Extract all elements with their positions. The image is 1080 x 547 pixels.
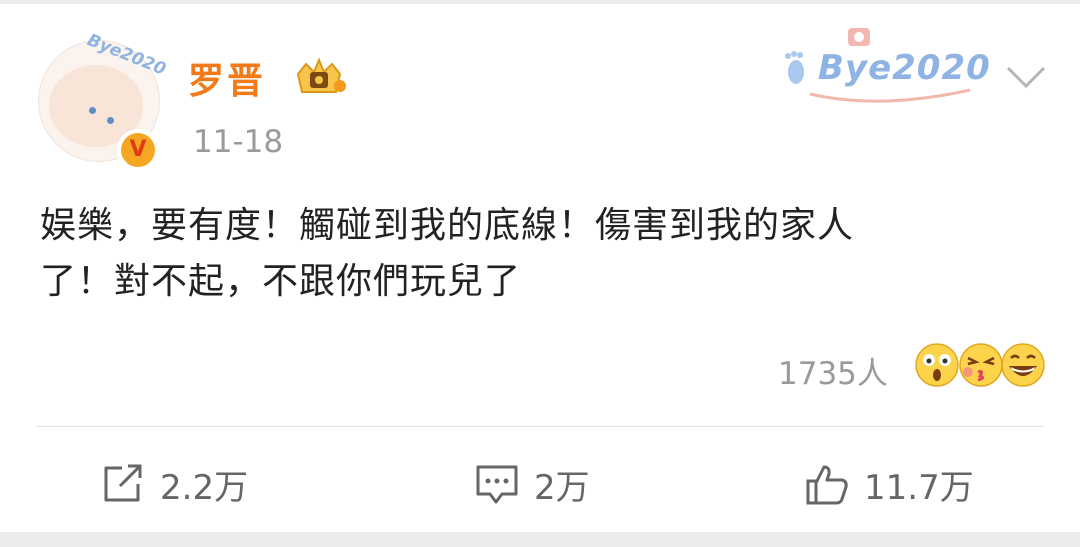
like-count: 11.7万 (864, 467, 974, 508)
comment-count: 2万 (534, 467, 590, 508)
avatar-eye (89, 107, 96, 114)
verified-badge-icon: V (117, 129, 159, 171)
shocked-emoji-icon (915, 343, 959, 387)
card-decoration: Bye2020 (770, 24, 990, 114)
grin-emoji-icon (1001, 343, 1045, 387)
divider (36, 426, 1044, 427)
author-name[interactable]: 罗晋 (188, 52, 266, 104)
bottom-gap (0, 532, 1080, 547)
post-content-line: 了！對不起，不跟你們玩兒了 (40, 261, 522, 302)
share-count: 2.2万 (160, 467, 249, 508)
avatar-eye (107, 117, 114, 124)
reaction-count: 1735人 (778, 356, 888, 392)
share-button[interactable]: 2.2万 (100, 456, 248, 512)
chevron-down-icon[interactable] (1004, 62, 1048, 92)
comment-button[interactable]: 2万 (474, 456, 590, 512)
vip-crown-icon[interactable] (292, 56, 346, 98)
kiss-emoji-icon (959, 343, 1003, 387)
post-content: 娱樂，要有度！觸碰到我的底線！傷害到我的家人 了！對不起，不跟你們玩兒了 (40, 198, 1050, 310)
weibo-post-card: Bye2020 V 罗晋 11-18 Bye2020 娱樂，要有度！觸碰到我的底… (0, 4, 1080, 532)
post-timestamp: 11-18 (193, 124, 284, 160)
thumbs-up-icon (806, 465, 848, 505)
post-content-line: 娱樂，要有度！觸碰到我的底線！傷害到我的家人 (40, 205, 855, 246)
like-button[interactable]: 11.7万 (804, 456, 974, 512)
decoration-text: Bye2020 (818, 48, 991, 88)
comment-icon (476, 465, 518, 504)
share-icon (104, 464, 142, 502)
